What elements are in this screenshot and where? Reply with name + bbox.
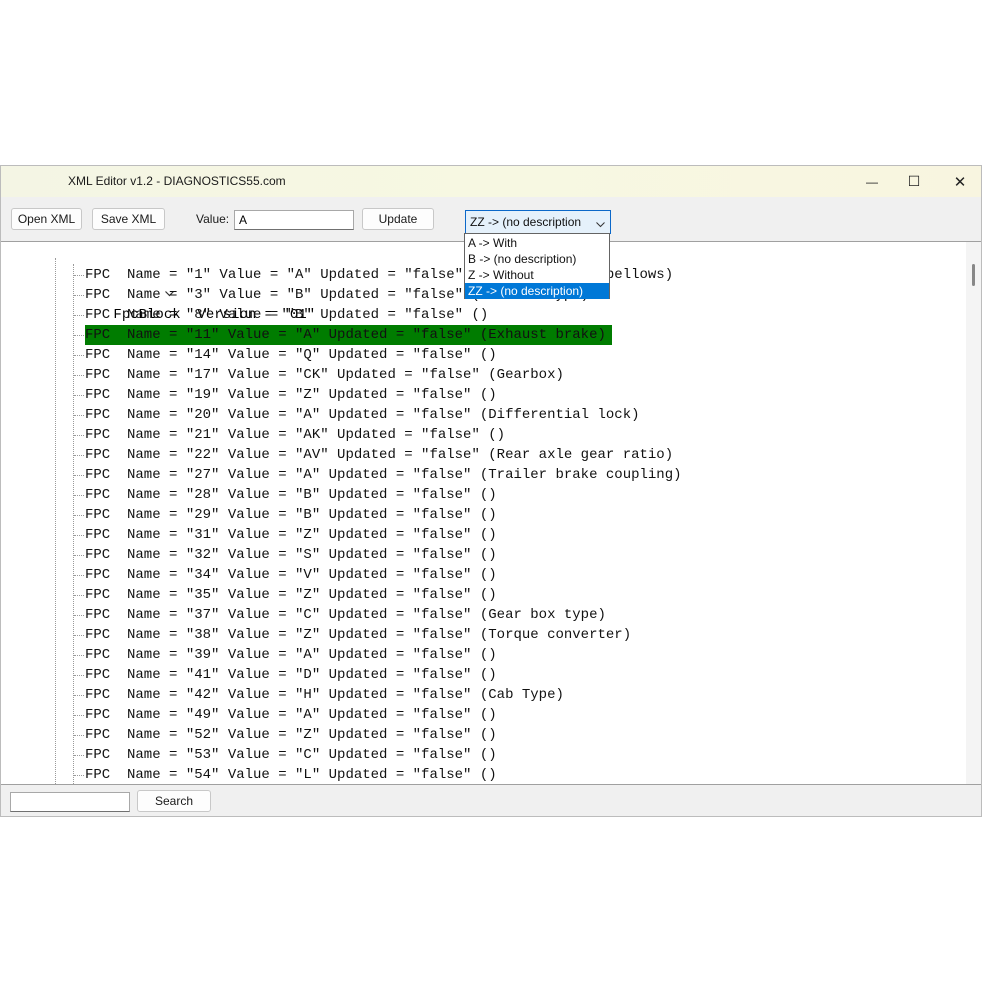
dropdown-option[interactable]: A -> With [465, 235, 609, 251]
dropdown-option[interactable]: B -> (no description) [465, 251, 609, 267]
tree-connector [74, 675, 84, 676]
tree-node-label: FPC Name = "14" Value = "Q" Updated = "f… [85, 347, 497, 363]
tree-connector [74, 495, 84, 496]
save-xml-button[interactable]: Save XML [92, 208, 165, 230]
vertical-scrollbar[interactable] [966, 242, 981, 784]
tree-node-label: FPC Name = "31" Value = "Z" Updated = "f… [85, 527, 497, 543]
tree-connector [74, 395, 84, 396]
tree-node-label: FPC Name = "53" Value = "C" Updated = "f… [85, 747, 497, 763]
xml-tree-view[interactable]: FpcBlock Version = "01" FPC Name = "1" V… [1, 241, 981, 785]
tree-connector [74, 535, 84, 536]
search-button[interactable]: Search [137, 790, 211, 812]
tree-connector [74, 355, 84, 356]
tree-connector [74, 555, 84, 556]
close-icon: ✕ [953, 173, 967, 191]
scrollbar-thumb[interactable] [972, 264, 975, 286]
tree-node-label: FPC Name = "38" Value = "Z" Updated = "f… [85, 627, 632, 643]
value-input[interactable]: A [234, 210, 354, 230]
tree-node-label: FPC Name = "42" Value = "H" Updated = "f… [85, 687, 564, 703]
open-xml-button[interactable]: Open XML [11, 208, 82, 230]
tree-connector [74, 435, 84, 436]
chevron-down-icon [596, 217, 605, 231]
tree-connector [74, 715, 84, 716]
tree-node-label: FPC Name = "8" Value = "B" Updated = "fa… [85, 307, 489, 323]
tree-node-label: FPC Name = "32" Value = "S" Updated = "f… [85, 547, 497, 563]
update-button[interactable]: Update [362, 208, 434, 230]
tree-node-label: FPC Name = "11" Value = "A" Updated = "f… [85, 325, 612, 345]
tree-root-node[interactable]: FpcBlock Version = "01" [47, 245, 315, 323]
tree-connector [74, 575, 84, 576]
close-button[interactable]: ✕ [937, 166, 981, 197]
value-dropdown-list: A -> With B -> (no description) Z -> Witho… [464, 233, 610, 299]
minimize-icon: — [866, 174, 878, 189]
search-bar: Search [1, 785, 981, 816]
tree-node-label: FPC Name = "49" Value = "A" Updated = "f… [85, 707, 497, 723]
tree-connector [74, 595, 84, 596]
tree-connector [74, 775, 84, 776]
tree-node-label: FPC Name = "28" Value = "B" Updated = "f… [85, 487, 497, 503]
tree-connector [74, 295, 84, 296]
search-input[interactable] [10, 792, 130, 812]
tree-connector [74, 275, 84, 276]
tree-node-label: FPC Name = "41" Value = "D" Updated = "f… [85, 667, 497, 683]
tree-connector [74, 315, 84, 316]
tree-node-label: FPC Name = "17" Value = "CK" Updated = "… [85, 367, 564, 383]
tree-connector [74, 735, 84, 736]
window-title: XML Editor v1.2 - DIAGNOSTICS55.com [68, 174, 286, 188]
value-combobox[interactable]: ZZ -> (no description [465, 210, 611, 234]
combobox-selected-text: ZZ -> (no description [470, 215, 582, 229]
tree-node-label: FPC Name = "34" Value = "V" Updated = "f… [85, 567, 497, 583]
title-bar: XML Editor v1.2 - DIAGNOSTICS55.com — ☐ … [1, 166, 981, 197]
value-label: Value: [196, 212, 230, 226]
tree-node-label: FPC Name = "19" Value = "Z" Updated = "f… [85, 387, 497, 403]
tree-connector [74, 455, 84, 456]
tree-connector [74, 475, 84, 476]
tree-node-label: FPC Name = "27" Value = "A" Updated = "f… [85, 467, 682, 483]
tree-connector [74, 375, 84, 376]
tree-connector [74, 615, 84, 616]
tree-node-label: FPC Name = "20" Value = "A" Updated = "f… [85, 407, 640, 423]
tree-node-label: FPC Name = "54" Value = "L" Updated = "f… [85, 767, 497, 783]
tree-connector [74, 635, 84, 636]
tree-node-label: FPC Name = "35" Value = "Z" Updated = "f… [85, 587, 497, 603]
maximize-button[interactable]: ☐ [891, 166, 937, 197]
dropdown-option[interactable]: ZZ -> (no description) [465, 283, 609, 299]
minimize-button[interactable]: — [849, 166, 895, 197]
tree-node-label: FPC Name = "22" Value = "AV" Updated = "… [85, 447, 674, 463]
tree-connector [74, 755, 84, 756]
tree-connector [74, 655, 84, 656]
tree-connector [74, 335, 84, 336]
maximize-icon: ☐ [907, 173, 921, 189]
tree-node-label: FPC Name = "21" Value = "AK" Updated = "… [85, 427, 506, 443]
tree-connector [74, 415, 84, 416]
tree-connector [74, 515, 84, 516]
dropdown-option[interactable]: Z -> Without [465, 267, 609, 283]
tree-node-label: FPC Name = "39" Value = "A" Updated = "f… [85, 647, 497, 663]
tree-node-label: FPC Name = "52" Value = "Z" Updated = "f… [85, 727, 497, 743]
tree-node-label: FPC Name = "37" Value = "C" Updated = "f… [85, 607, 606, 623]
tree-connector [74, 695, 84, 696]
tree-node-label: FPC Name = "29" Value = "B" Updated = "f… [85, 507, 497, 523]
